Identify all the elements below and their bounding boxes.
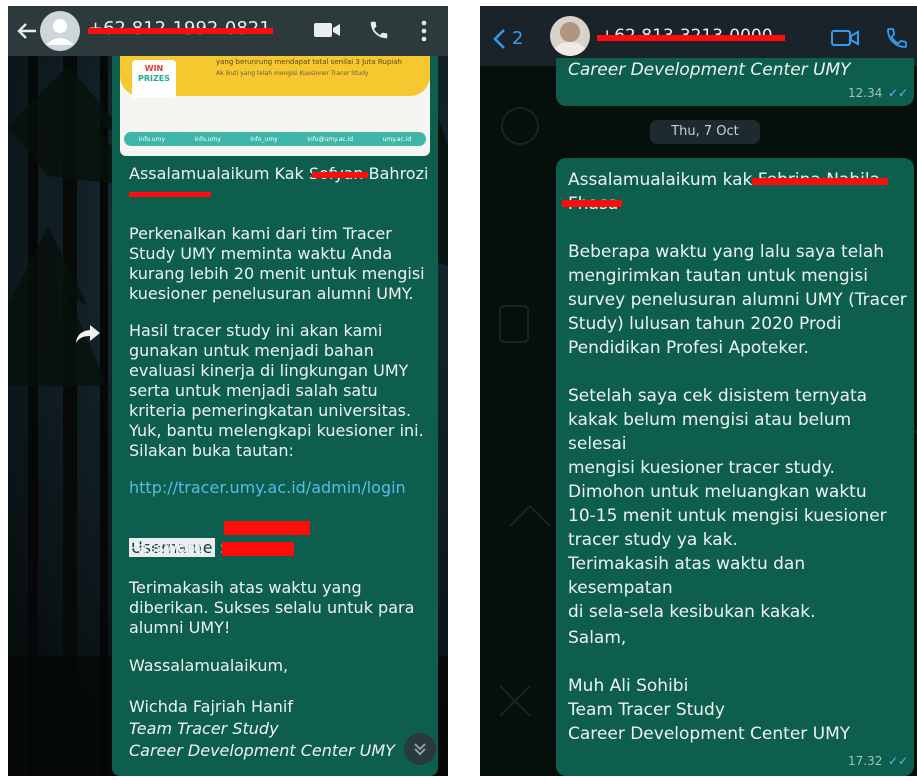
flyer-footer-item: info_umy: [250, 135, 278, 143]
previous-message-text: Career Development Center UMY: [568, 60, 851, 80]
reminder-paragraph: Beberapa waktu yang lalu saya telah meng…: [568, 242, 907, 358]
avatar[interactable]: [550, 16, 590, 56]
phone-icon[interactable]: [368, 19, 390, 41]
tracer-link[interactable]: http://tracer.umy.ac.id/admin/login: [129, 478, 429, 498]
redaction-bar: [312, 172, 368, 178]
flyer-footer-item: info.umy: [194, 135, 221, 143]
flyer-footer-item: info.umy: [138, 135, 166, 143]
timestamp: 17.32: [848, 754, 883, 768]
avatar[interactable]: [40, 11, 80, 51]
flyer-image[interactable]: WIN PRIZES yang berunrung mendapat total…: [120, 56, 430, 156]
flyer-text-line2: Ak ikuti yang telah mengisi Kuesioner Tr…: [216, 70, 369, 77]
redaction-bar: [88, 28, 273, 34]
sender-team: Team Tracer Study: [129, 719, 279, 738]
video-call-icon[interactable]: [830, 28, 860, 48]
redaction-bar: [224, 521, 310, 535]
chevron-left-icon[interactable]: [492, 28, 506, 50]
redaction-bar: [562, 200, 622, 207]
avatar-body: [554, 42, 586, 56]
scroll-down-button[interactable]: [404, 733, 436, 765]
closing-text: Wassalamualaikum,: [129, 656, 289, 675]
message-bubble-left[interactable]: WIN PRIZES yang berunrung mendapat total…: [112, 56, 438, 776]
redaction-bar: [752, 178, 888, 185]
redaction-bar: [597, 35, 785, 41]
badge-line2: PRIZES: [137, 74, 171, 83]
sender-team: Team Tracer Study: [568, 700, 725, 720]
flyer-footer-item: umy.ac.id: [382, 135, 412, 143]
chat-header: 2 +62 813-3213-0000: [480, 6, 917, 66]
back-arrow-icon[interactable]: [16, 20, 38, 42]
double-check-icon: ✓✓: [888, 86, 909, 100]
left-chat-screenshot: +62 812-1992-0821 WIN PRIZES yang berunr…: [8, 6, 448, 776]
intro-paragraph: Perkenalkan kami dari tim Tracer Study U…: [129, 224, 425, 303]
video-call-icon[interactable]: [313, 20, 341, 40]
sender-org: Career Development Center UMY: [129, 741, 395, 760]
forward-arrow-icon[interactable]: [75, 324, 101, 344]
phone-icon[interactable]: [885, 26, 909, 50]
badge-line1: WIN: [144, 64, 164, 73]
sender-name: Muh Ali Sohibi: [568, 676, 689, 696]
redaction-bar: [222, 542, 294, 556]
sender-name: Wichda Fajriah Hanif: [129, 697, 293, 716]
request-paragraph: Dimohon untuk meluangkan waktu 10-15 men…: [568, 482, 887, 622]
chevron-down-icon: [414, 743, 426, 756]
win-prizes-badge: WIN PRIZES: [132, 60, 176, 98]
sender-org: Career Development Center UMY: [568, 724, 851, 744]
double-check-icon: ✓✓: [888, 754, 909, 768]
password-label: Password :: [129, 538, 215, 557]
more-vert-icon[interactable]: [418, 19, 430, 43]
back-count[interactable]: 2: [512, 28, 523, 49]
message-bubble-right[interactable]: Assalamualaikum kak Febrina Nabila Fhasa…: [556, 158, 914, 776]
greeting-text: Assalamualaikum kak Febrina Nabila Fhasa: [568, 170, 880, 214]
previous-message-bubble[interactable]: Career Development Center UMY 12.34 ✓✓: [556, 58, 914, 106]
chat-header: +62 812-1992-0821: [8, 6, 448, 56]
avatar-face: [560, 22, 580, 42]
salam-text: Salam,: [568, 628, 627, 648]
right-chat-screenshot: 2 +62 813-3213-0000 Career Development C…: [480, 6, 917, 776]
status-paragraph: Setelah saya cek disistem ternyata kakak…: [568, 386, 868, 478]
flyer-text-line1: yang berunrung mendapat total senilai 3 …: [216, 58, 402, 66]
redaction-bar: [129, 192, 211, 197]
date-divider: Thu, 7 Oct: [650, 120, 760, 144]
timestamp: 12.34: [848, 86, 883, 100]
greeting-text: Assalamualaikum Kak Sofyan Bahrozi: [129, 164, 429, 183]
flyer-social-footer: info.umy info.umy info_umy info@umy.ac.i…: [124, 132, 426, 146]
thanks-paragraph: Terimakasih atas waktu yang diberikan. S…: [129, 578, 415, 637]
purpose-paragraph: Hasil tracer study ini akan kami gunakan…: [129, 321, 424, 460]
flyer-footer-item: info@umy.ac.id: [307, 135, 354, 143]
